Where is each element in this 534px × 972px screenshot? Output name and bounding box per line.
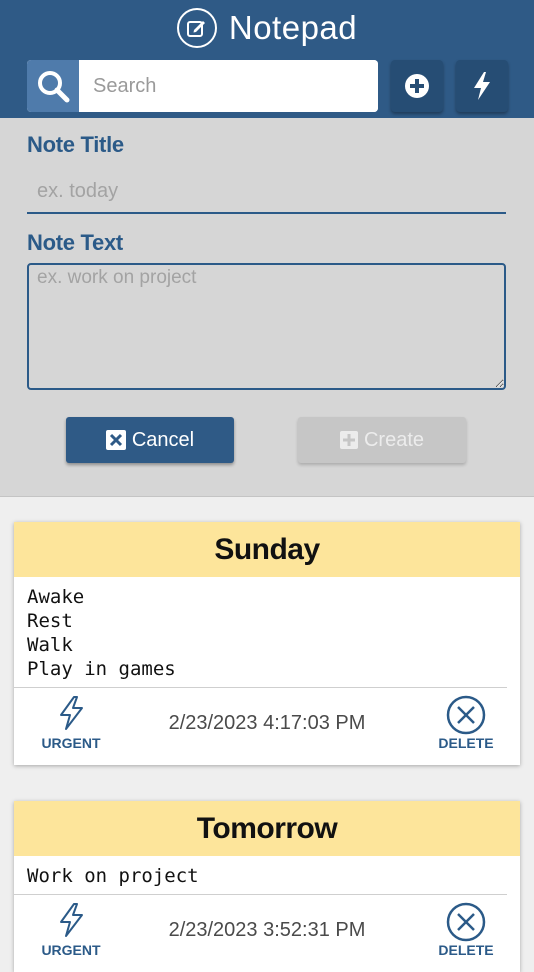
note-title-label: Note Title bbox=[27, 132, 124, 157]
note-text-input[interactable] bbox=[27, 263, 506, 390]
lightning-icon bbox=[474, 72, 490, 100]
note-card: Sunday Awake Rest Walk Play in games URG… bbox=[14, 522, 520, 765]
title-row: Notepad bbox=[0, 6, 534, 50]
create-button[interactable]: Create bbox=[298, 417, 466, 463]
close-circle-icon bbox=[446, 695, 486, 735]
search-input[interactable] bbox=[79, 60, 378, 112]
cancel-label: Cancel bbox=[131, 428, 195, 451]
add-note-button[interactable] bbox=[391, 60, 443, 112]
create-label: Create bbox=[363, 428, 425, 451]
note-card-footer: URGENT 2/23/2023 3:52:31 PM DELETE bbox=[14, 895, 520, 972]
note-card-footer: URGENT 2/23/2023 4:17:03 PM DELETE bbox=[14, 688, 520, 765]
search-icon bbox=[38, 71, 70, 103]
cancel-button[interactable]: Cancel bbox=[66, 417, 234, 463]
close-box-icon bbox=[105, 430, 126, 450]
close-circle-icon bbox=[446, 902, 486, 942]
search-bar bbox=[27, 60, 378, 112]
note-card-body: Work on project bbox=[14, 856, 507, 895]
delete-label: DELETE bbox=[438, 942, 494, 958]
urgent-label: URGENT bbox=[41, 942, 101, 958]
search-button[interactable] bbox=[27, 60, 79, 112]
urgent-filter-button[interactable] bbox=[456, 60, 508, 112]
note-card-title: Tomorrow bbox=[14, 801, 520, 856]
app-title: Notepad bbox=[228, 9, 358, 46]
delete-button[interactable]: DELETE bbox=[426, 695, 506, 751]
urgent-label: URGENT bbox=[41, 735, 101, 751]
app-header: Notepad bbox=[0, 0, 534, 118]
plus-circle-icon bbox=[405, 74, 429, 98]
plus-box-icon bbox=[339, 431, 358, 449]
note-text-label: Note Text bbox=[27, 230, 123, 255]
note-card-body: Awake Rest Walk Play in games bbox=[14, 577, 507, 688]
note-title-input[interactable] bbox=[27, 170, 506, 214]
edit-note-icon bbox=[176, 8, 217, 48]
delete-label: DELETE bbox=[438, 735, 494, 751]
note-card-title: Sunday bbox=[14, 522, 520, 577]
new-note-form: Note Title Note Text Cancel Create bbox=[0, 118, 534, 497]
note-card: Tomorrow Work on project URGENT 2/23/202… bbox=[14, 801, 520, 972]
